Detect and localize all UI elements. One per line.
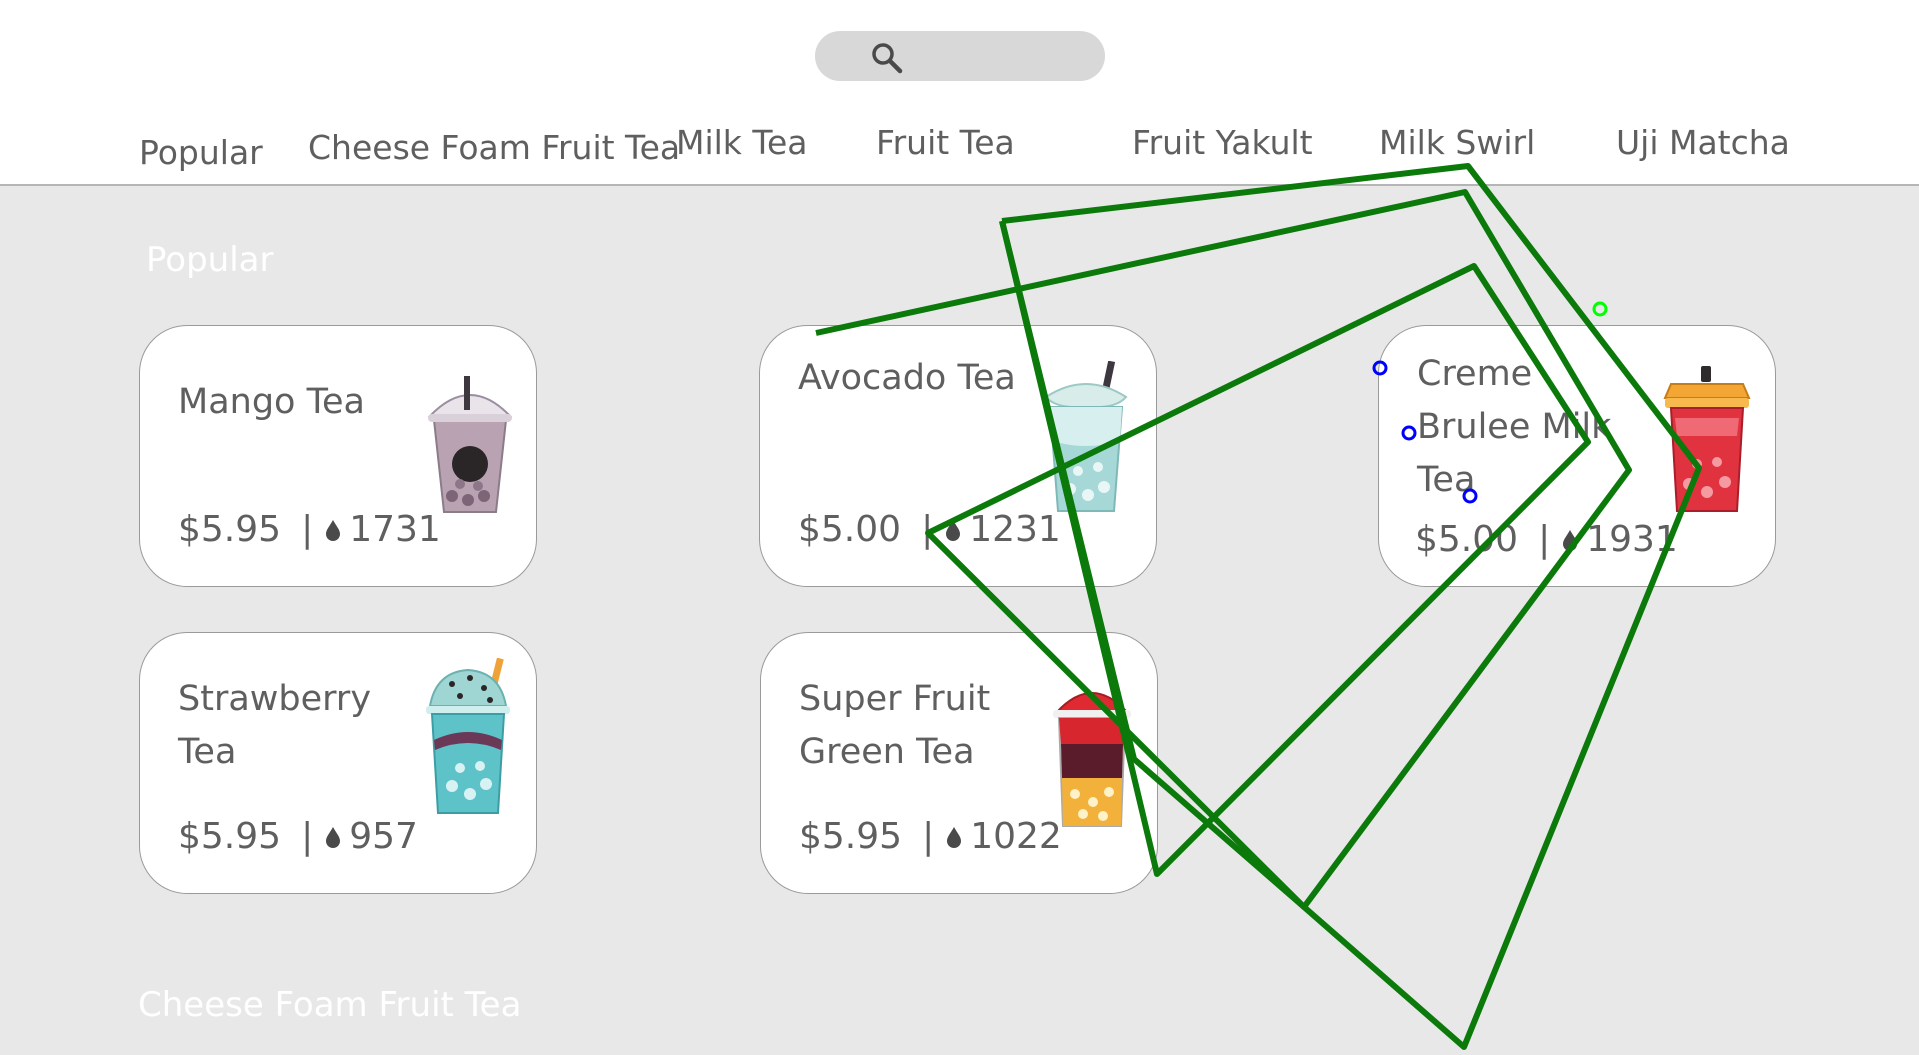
product-meta: $5.95 | 957 xyxy=(178,816,418,857)
product-name: Strawberry Tea xyxy=(178,679,372,772)
tab-cheese-foam-fruit-tea[interactable]: Cheese Foam Fruit Tea xyxy=(308,128,680,167)
product-name: Avocado Tea xyxy=(798,358,1016,398)
product-meta: $5.00 | 1231 xyxy=(798,509,1061,550)
drop-icon xyxy=(326,826,341,848)
product-name: Creme Brulee Milk Tea xyxy=(1417,354,1612,500)
product-name: Mango Tea xyxy=(178,382,365,422)
creme-brulee-cup-icon xyxy=(1663,366,1751,512)
product-card-mango-tea[interactable]: Mango Tea $5.95 | 1731 xyxy=(139,325,537,587)
tab-uji-matcha[interactable]: Uji Matcha xyxy=(1616,123,1790,162)
header-bar: Popular Cheese Foam Fruit Tea Milk Tea F… xyxy=(0,0,1919,186)
product-price: $5.00 xyxy=(1415,519,1519,560)
product-likes: 957 xyxy=(349,816,418,857)
product-meta: $5.95 | 1022 xyxy=(799,816,1062,857)
section-title-cheese-foam-fruit-tea: Cheese Foam Fruit Tea xyxy=(138,985,522,1025)
product-card-creme-brulee-milk-tea[interactable]: Creme Brulee Milk Tea $5.00 | 1931 xyxy=(1378,325,1776,587)
mango-tea-cup-icon xyxy=(427,376,513,513)
product-price: $5.95 xyxy=(799,816,903,857)
annotation-stroke xyxy=(925,163,1702,1050)
product-meta: $5.95 | 1731 xyxy=(178,509,441,550)
search-icon[interactable] xyxy=(870,41,904,75)
product-price: $5.00 xyxy=(798,509,902,550)
product-card-super-fruit-green-tea[interactable]: Super Fruit Green Tea $5.95 | 1022 xyxy=(760,632,1158,894)
section-title-popular: Popular xyxy=(146,240,274,280)
product-card-strawberry-tea[interactable]: Strawberry Tea $5.95 | 957 xyxy=(139,632,537,894)
meta-separator: | xyxy=(1538,519,1551,560)
product-name: Super Fruit Green Tea xyxy=(799,679,991,772)
drop-icon xyxy=(947,826,962,848)
annotation-point xyxy=(1592,301,1608,317)
meta-separator: | xyxy=(922,816,935,857)
strawberry-tea-cup-icon xyxy=(426,658,510,814)
search-input[interactable] xyxy=(815,31,1105,81)
product-price: $5.95 xyxy=(178,509,282,550)
tab-milk-tea[interactable]: Milk Tea xyxy=(676,123,807,162)
drop-icon xyxy=(946,519,961,541)
drop-icon xyxy=(1563,529,1578,551)
product-likes: 1931 xyxy=(1586,519,1678,560)
product-price: $5.95 xyxy=(178,816,282,857)
tab-milk-swirl[interactable]: Milk Swirl xyxy=(1379,123,1535,162)
super-fruit-cup-icon xyxy=(1053,692,1131,827)
product-meta: $5.00 | 1931 xyxy=(1415,519,1678,560)
avocado-tea-cup-icon xyxy=(1044,361,1128,512)
meta-separator: | xyxy=(301,509,314,550)
meta-separator: | xyxy=(921,509,934,550)
drop-icon xyxy=(326,519,341,541)
tab-popular[interactable]: Popular xyxy=(139,133,263,172)
tab-fruit-yakult[interactable]: Fruit Yakult xyxy=(1132,123,1313,162)
tab-fruit-tea[interactable]: Fruit Tea xyxy=(876,123,1015,162)
meta-separator: | xyxy=(301,816,314,857)
product-card-avocado-tea[interactable]: Avocado Tea $5.00 | 1231 xyxy=(759,325,1157,587)
